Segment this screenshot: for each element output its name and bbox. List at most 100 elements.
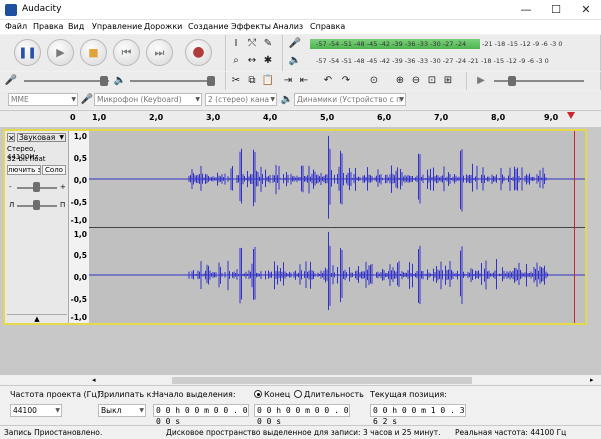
menu-view[interactable]: Вид (68, 22, 84, 31)
ruler-label: 8,0 (491, 113, 506, 122)
stop-button[interactable]: ■ (80, 39, 107, 66)
record-button[interactable]: ● (185, 39, 212, 66)
status-bar: Запись Приостановлено. Дисковое простран… (0, 425, 601, 439)
yaxis-label: -0,5 (70, 198, 87, 207)
undo-icon[interactable]: ↶ (321, 74, 335, 88)
ruler-label: 1,0 (92, 113, 107, 122)
selection-toolbar: Частота проекта (Гц): 44100 ▼ Прилипать к… (0, 385, 601, 426)
vertical-ruler: 1,0 0,5 0,0 -0,5 -1,0 1,0 0,5 0,0 -0,5 -… (69, 131, 89, 323)
yaxis-label: -1,0 (70, 313, 87, 322)
selection-start-label: Начало выделения: (153, 390, 236, 399)
audio-position-time[interactable]: 0 0 h 0 0 m 1 0 . 3 6 2 s (370, 404, 466, 426)
playback-meter-scale: -57 -54 -51 -48 -45 -42 -39 -36 -33 -30 … (316, 57, 549, 65)
track-control-panel: ✕ Звуковая ▼ Стерео, 44100Hz 32-bit float… (5, 131, 69, 323)
record-meter-mic-icon[interactable]: 🎤 (288, 37, 302, 51)
close-button[interactable]: ✕ (571, 0, 601, 20)
audio-host-select[interactable]: MME ▼ (8, 93, 78, 106)
pause-button[interactable]: ❚❚ (14, 39, 41, 66)
sync-lock-icon[interactable]: ⊙ (367, 74, 381, 88)
fit-project-icon[interactable]: ⊞ (441, 74, 455, 88)
recording-channels-select[interactable]: 2 (стерео) кана ▼ (205, 93, 277, 106)
ruler-label: 4,0 (263, 113, 278, 122)
title-bar: Audacity — ☐ ✕ (0, 0, 601, 20)
zoom-out-icon[interactable]: ⊖ (409, 74, 423, 88)
speaker-volume-icon: 🔈 (113, 75, 127, 86)
menu-generate[interactable]: Создание (188, 22, 229, 31)
playback-meter-speaker-icon[interactable]: 🔈 (288, 54, 302, 68)
audacity-logo-icon (5, 4, 17, 16)
timeshift-tool-icon[interactable]: ↔ (245, 54, 259, 68)
track-area: ✕ Звуковая ▼ Стерео, 44100Hz 32-bit float… (0, 128, 601, 374)
redo-icon[interactable]: ↷ (339, 74, 353, 88)
menu-edit[interactable]: Правка (33, 22, 63, 31)
skip-end-button[interactable]: ⏭ (146, 39, 173, 66)
audio-track[interactable]: ✕ Звуковая ▼ Стерео, 44100Hz 32-bit float… (3, 129, 587, 325)
paste-icon[interactable]: 📋 (261, 74, 275, 88)
recording-volume-thumb[interactable] (100, 76, 108, 86)
multi-tool-icon[interactable]: ✱ (261, 54, 275, 68)
selection-tool-icon[interactable]: I (229, 37, 243, 51)
transport-toolbar: ❚❚ ▶ ■ ⏮ ⏭ ● (0, 35, 226, 71)
scroll-thumb[interactable] (172, 377, 472, 384)
end-radio[interactable] (254, 390, 262, 398)
stop-icon: ■ (88, 46, 99, 59)
track-name-menu[interactable]: Звуковая ▼ (17, 133, 66, 142)
playback-volume-thumb[interactable] (207, 76, 215, 86)
scroll-left-icon[interactable]: ◂ (92, 375, 96, 385)
yaxis-label: 0,5 (73, 154, 87, 163)
draw-tool-icon[interactable]: ✎ (261, 37, 275, 51)
envelope-tool-icon[interactable]: ⤲ (245, 37, 259, 51)
menu-effects[interactable]: Эффекты (231, 22, 271, 31)
edit-toolbar: ✂ ⧉ 📋 ⇥ ⇤ ↶ ↷ ⊙ ⊕ ⊖ ⊡ ⊞ (227, 72, 467, 90)
scroll-right-icon[interactable]: ▸ (590, 375, 594, 385)
recording-device-select[interactable]: Микрофон (Keyboard) ▼ (94, 93, 202, 106)
mute-button[interactable]: лючить звук (7, 165, 41, 175)
menu-transport[interactable]: Управление (92, 22, 142, 31)
length-radio[interactable] (294, 390, 302, 398)
pause-icon: ❚❚ (18, 46, 37, 59)
solo-button[interactable]: Соло (42, 165, 66, 175)
menu-analyze[interactable]: Анализ (273, 22, 303, 31)
menu-tracks[interactable]: Дорожки (144, 22, 182, 31)
status-state: Запись Приостановлено. (4, 428, 103, 437)
play-at-speed-toolbar: ▶ (468, 72, 601, 90)
snap-to-select[interactable]: Выкл ▼ (98, 404, 146, 417)
pan-thumb[interactable] (33, 200, 40, 210)
copy-icon[interactable]: ⧉ (245, 74, 259, 88)
ruler-label: 0 (70, 113, 76, 122)
waveform-display[interactable] (89, 131, 585, 323)
playback-volume-slider[interactable] (130, 80, 215, 82)
tools-toolbar: I ⤲ ✎ ⌕ ↔ ✱ (227, 35, 283, 71)
record-meter-scale-rest: -21 -18 -15 -12 -9 -6 -3 0 (482, 40, 563, 48)
menu-help[interactable]: Справка (310, 22, 345, 31)
playback-device-select[interactable]: Динамики (Устройство с п ▼ (294, 93, 406, 106)
play-position-marker[interactable] (567, 112, 575, 119)
maximize-button[interactable]: ☐ (541, 0, 571, 20)
fit-selection-icon[interactable]: ⊡ (425, 74, 439, 88)
status-actual-rate: Реальная частота: 44100 Гц (455, 428, 567, 437)
yaxis-label: 1,0 (73, 230, 87, 239)
zoom-in-icon[interactable]: ⊕ (393, 74, 407, 88)
selection-start-time[interactable]: 0 0 h 0 0 m 0 0 . 0 0 0 s (153, 404, 249, 426)
skip-start-button[interactable]: ⏮ (113, 39, 140, 66)
gain-thumb[interactable] (33, 182, 40, 192)
timeline-ruler[interactable]: 0 1,0 2,0 3,0 4,0 5,0 6,0 7,0 8,0 9,0 (0, 110, 601, 128)
horizontal-scrollbar[interactable]: ◂ ▸ (0, 374, 601, 385)
ruler-label: 6,0 (377, 113, 392, 122)
selection-end-time[interactable]: 0 0 h 0 0 m 0 0 . 0 0 0 s (254, 404, 350, 426)
play-speed-thumb[interactable] (508, 76, 516, 86)
collapse-track-icon[interactable]: ▲ (7, 314, 67, 323)
play-button[interactable]: ▶ (47, 39, 74, 66)
silence-icon[interactable]: ⇤ (297, 74, 311, 88)
yaxis-label: -0,5 (70, 295, 87, 304)
zoom-tool-icon[interactable]: ⌕ (229, 54, 243, 68)
project-rate-select[interactable]: 44100 ▼ (10, 404, 62, 417)
track-close-button[interactable]: ✕ (7, 133, 15, 143)
trim-icon[interactable]: ⇥ (281, 74, 295, 88)
mixer-toolbar: 🎤 🔈 (0, 72, 226, 90)
recording-volume-slider[interactable] (24, 80, 109, 82)
play-at-speed-icon[interactable]: ▶ (474, 74, 488, 88)
minimize-button[interactable]: — (511, 0, 541, 20)
cut-icon[interactable]: ✂ (229, 74, 243, 88)
menu-file[interactable]: Файл (5, 22, 27, 31)
